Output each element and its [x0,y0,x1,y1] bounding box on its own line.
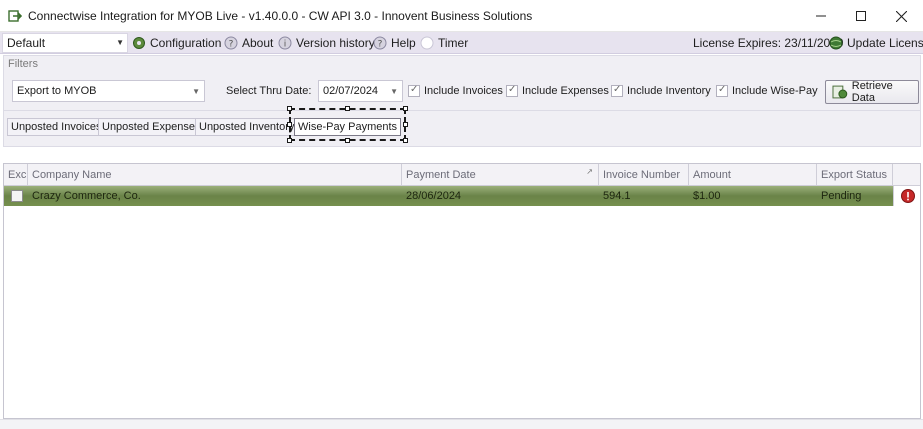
resize-handle[interactable] [287,106,292,111]
close-icon [895,10,907,22]
include-expenses-label: Include Expenses [522,85,609,97]
configuration-button[interactable]: Configuration [132,35,221,51]
help-button[interactable]: ? Help [373,35,416,51]
resize-handle[interactable] [403,138,408,143]
chevron-down-icon: ▼ [390,87,398,96]
retrieve-data-button[interactable]: Retrieve Data [825,80,919,104]
column-header-payment-date-label: Payment Date [406,169,476,181]
tab-unposted-invoices[interactable]: Unposted Invoices [7,118,106,136]
minimize-button[interactable] [799,0,843,32]
svg-text:?: ? [378,40,383,50]
column-header-invoice-number[interactable]: Invoice Number [599,164,689,186]
configuration-label: Configuration [150,36,222,50]
resize-handle[interactable] [345,138,350,143]
column-header-exc[interactable]: Exc [4,164,28,186]
payment-date-cell: 28/06/2024 [406,190,462,202]
info-icon: i [278,36,292,50]
retrieve-icon [832,85,848,99]
grid-header: Exc Company Name Payment Date ↗ Invoice … [4,164,920,186]
profile-select-value: Default [7,36,46,50]
profile-select[interactable]: Default ▼ [2,33,128,53]
export-status-cell: Pending [821,190,862,202]
license-expiry: License Expires: 23/11/2029 [693,36,844,50]
svg-text:i: i [284,40,287,50]
exclude-checkbox[interactable] [11,190,23,202]
title-bar: Connectwise Integration for MYOB Live - … [0,0,923,32]
column-header-amount[interactable]: Amount [689,164,817,186]
maximize-button[interactable] [839,0,883,32]
timer-icon [420,36,434,50]
resize-handle[interactable] [403,122,408,127]
resize-handle[interactable] [287,138,292,143]
chevron-down-icon: ▼ [116,38,124,47]
question-icon: ? [224,36,238,50]
column-header-company-name[interactable]: Company Name [28,164,402,186]
globe-icon [829,36,843,50]
filters-header: Filters [3,55,921,73]
timer-button[interactable]: Timer [420,35,468,51]
gear-icon [133,37,145,49]
company-name-cell: Crazy Commerce, Co. [32,190,141,202]
status-strip [0,419,923,429]
window-title: Connectwise Integration for MYOB Live - … [28,9,533,23]
payments-grid: Exc Company Name Payment Date ↗ Invoice … [3,163,921,419]
help-label: Help [391,36,416,50]
thru-date-label: Select Thru Date: [226,85,312,97]
include-expenses-checkbox[interactable] [506,84,518,97]
tab-unposted-inventory[interactable]: Unposted Inventory [195,118,299,136]
resize-handle[interactable] [287,122,292,127]
invoice-number-cell: 594.1 [603,190,631,202]
include-inventory-label: Include Inventory [627,85,711,97]
export-mode-select[interactable]: Export to MYOB ▼ [12,80,205,102]
resize-handle[interactable] [403,106,408,111]
update-license-button[interactable]: Update License [829,35,923,51]
svg-text:?: ? [229,40,234,50]
include-invoices-checkbox[interactable] [408,84,420,97]
toolbar: Default ▼ Configuration ? About i Versio… [0,32,923,54]
about-button[interactable]: ? About [224,35,273,51]
chevron-down-icon: ▼ [192,87,200,96]
minimize-icon [816,15,826,17]
version-history-button[interactable]: i Version history [278,35,375,51]
column-header-payment-date[interactable]: Payment Date ↗ [402,164,599,186]
tab-unposted-expenses[interactable]: Unposted Expenses [98,118,205,136]
include-wisepay-checkbox[interactable] [716,84,728,97]
amount-cell: $1.00 [693,190,721,202]
include-inventory-checkbox[interactable] [611,84,623,97]
filters-panel: Export to MYOB ▼ Select Thru Date: 02/07… [3,73,921,111]
close-button[interactable] [879,0,923,32]
designer-selection-frame [287,106,408,143]
include-wisepay-label: Include Wise-Pay [732,85,818,97]
thru-date-picker[interactable]: 02/07/2024 ▼ [318,80,403,102]
error-indicator-cell[interactable] [893,186,920,206]
sort-indicator-icon: ↗ [586,167,593,176]
error-icon [901,189,915,203]
maximize-icon [856,11,866,21]
app-icon [8,10,22,22]
include-invoices-label: Include Invoices [424,85,503,97]
help-icon: ? [373,36,387,50]
version-history-label: Version history [296,36,375,50]
about-label: About [242,36,274,50]
resize-handle[interactable] [345,106,350,111]
timer-label: Timer [438,36,469,50]
export-mode-value: Export to MYOB [17,85,97,97]
retrieve-data-label: Retrieve Data [851,80,893,104]
table-row[interactable]: Crazy Commerce, Co. 28/06/2024 594.1 $1.… [4,186,920,206]
tab-strip: Unposted Invoices Unposted Expenses Unpo… [3,111,921,147]
thru-date-value: 02/07/2024 [323,85,379,97]
column-header-export-status[interactable]: Export Status [817,164,893,186]
update-license-label: Update License [847,36,923,50]
